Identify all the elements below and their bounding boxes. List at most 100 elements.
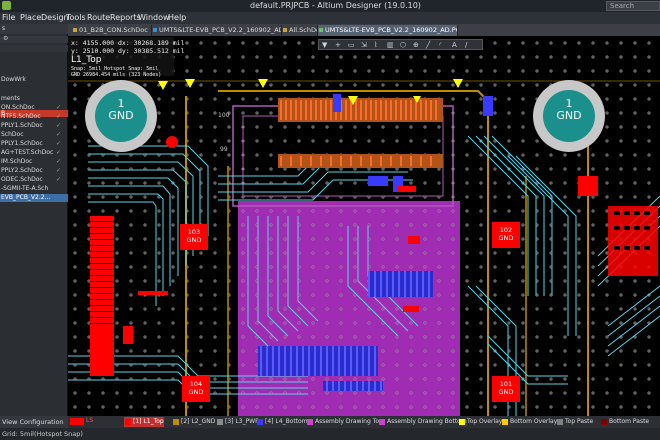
pcb-board-drawing[interactable]	[68, 36, 660, 416]
file-name: PPLY1.SchDoc	[1, 140, 43, 147]
layer-tab-l3-pwr[interactable]: [3] L3_PWR	[216, 417, 259, 427]
file-name: EVB_PCB_V2.2...	[1, 194, 51, 201]
search-input[interactable]: Search	[606, 1, 660, 11]
net-name: GND	[498, 234, 514, 242]
file-name: ON.SchDoc	[1, 104, 35, 111]
string-icon[interactable]: /	[465, 41, 467, 49]
file-name: NTFS.SchDoc	[1, 113, 41, 120]
panel-header-letter: s	[2, 25, 6, 32]
menu-route[interactable]: Route	[87, 13, 110, 22]
select-icon[interactable]: ⇲	[361, 41, 367, 49]
file-item[interactable]: ODEC.SchDoc ✓	[0, 176, 68, 184]
view-configuration-button[interactable]: View Configuration	[0, 416, 68, 428]
check-icon: ✓	[55, 122, 61, 129]
file-item[interactable]: NTFS.SchDoc ✓	[0, 113, 68, 121]
tab-pcbdoc[interactable]: UMTS&LTE-EVB_PCB_V2.2_160902_AD.PCBDOC	[318, 25, 458, 36]
check-icon: ✓	[55, 113, 61, 120]
menu-bar: File Place Design Tools Route Reports Wi…	[0, 12, 660, 24]
filter-icon[interactable]: ▼	[322, 41, 327, 49]
html-doc-icon	[153, 28, 157, 32]
menu-window[interactable]: Window	[138, 13, 170, 22]
section-label[interactable]: ments	[0, 95, 68, 103]
menu-reports[interactable]: Reports	[110, 13, 141, 22]
text-icon[interactable]: A	[452, 41, 457, 49]
menu-design[interactable]: Design	[41, 13, 69, 22]
layer-label: Bottom Paste	[609, 418, 650, 425]
line-icon[interactable]: ╱	[426, 41, 430, 49]
menu-help[interactable]: Help	[168, 13, 186, 22]
polygon-icon[interactable]: ⬡	[400, 41, 406, 49]
mount-hole-left-label: 1 GND	[101, 98, 141, 122]
pcb-canvas[interactable]: 1 GND 1 GND 103 GND 102 GND 104 GND 101 …	[68, 36, 660, 416]
layer-label: Bottom Overlay	[510, 418, 558, 425]
arc-icon[interactable]: ◜	[439, 41, 442, 49]
panel-search[interactable]	[0, 45, 68, 52]
pad-number: 104	[189, 380, 203, 388]
file-name: -SGMII-TE-A.Sch	[1, 185, 49, 192]
hud-net: GND 26984.454 mils (323 Nodes)	[71, 72, 162, 78]
file-item[interactable]: ON.SchDoc ✓	[0, 104, 68, 112]
file-name: IM.SchDoc	[1, 158, 33, 165]
tab-pcbdoc-htm[interactable]: UMTS&LTE-EVB_PCB_V2.2_160902_AD.PCBDOC.h…	[152, 25, 282, 36]
file-item[interactable]: AG+TEST.SchDoc ✓	[0, 149, 68, 157]
route-icon[interactable]: ⌇	[374, 41, 377, 49]
status-bar: Grid: 5mil (Hotspot Snap)	[0, 428, 660, 440]
file-name: ODEC.SchDoc	[1, 176, 43, 183]
pad-number: 102	[499, 226, 513, 234]
layer-tab-top-overlay[interactable]: Top Overlay	[458, 417, 502, 427]
layer-color-swatch	[502, 419, 508, 425]
title-bar: default.PRJPCB - Altium Designer (19.0.1…	[0, 0, 660, 12]
file-name: SchDoc	[1, 131, 24, 138]
pin-marker: 99	[220, 146, 228, 153]
snap-status: (Hotspot Snap)	[34, 430, 83, 438]
layer-tab-l1-top[interactable]: [1] L1_Top	[124, 417, 164, 427]
layer-color-swatch	[173, 419, 179, 425]
file-item[interactable]: PPLY1.SchDoc ✓	[0, 140, 68, 148]
layer-tab-l2-gnd[interactable]: [2] L2_GND	[172, 417, 215, 427]
pad-103[interactable]: 103 GND	[180, 224, 208, 250]
fill-icon[interactable]: ▥	[387, 41, 394, 49]
menu-place[interactable]: Place	[20, 13, 41, 22]
place-icon[interactable]: +	[335, 41, 341, 49]
gear-icon[interactable]: ⚙	[3, 35, 8, 42]
pad-102[interactable]: 102 GND	[492, 222, 520, 248]
layer-tab-top-paste[interactable]: Top Paste	[556, 417, 593, 427]
file-item[interactable]: IM.SchDoc ✓	[0, 158, 68, 166]
layer-label: Top Overlay	[467, 418, 503, 425]
pad-104[interactable]: 104 GND	[182, 376, 210, 402]
layer-color-swatch	[459, 419, 465, 425]
file-item-selected[interactable]: EVB_PCB_V2.2...	[0, 194, 68, 202]
layer-label: [3] L3_PWR	[225, 418, 260, 425]
menu-file[interactable]: File	[2, 13, 15, 22]
layer-label: [4] L4_Bottom	[265, 418, 308, 425]
check-icon: ✓	[55, 104, 61, 111]
align-icon[interactable]: ▭	[348, 41, 355, 49]
pad-number: 101	[499, 380, 513, 388]
file-item[interactable]: SchDoc ✓	[0, 131, 68, 139]
dimension-icon[interactable]: ⊕	[413, 41, 419, 49]
file-item[interactable]: PPLY1.SchDoc ✓	[0, 122, 68, 130]
tab-label: UMTS&LTE-EVB_PCB_V2.2_160902_AD.PCBDOC.h…	[159, 26, 282, 34]
layer-tab-l4-bottom[interactable]: [4] L4_Bottom	[256, 417, 308, 427]
file-item[interactable]: PPLY2.SchDoc ✓	[0, 167, 68, 175]
tab-b2b-con[interactable]: 01_B2B_CON.SchDoc	[72, 25, 152, 36]
file-name: PPLY2.SchDoc	[1, 167, 43, 174]
layer-tab-bottom-paste[interactable]: Bottom Paste	[600, 417, 649, 427]
file-name: AG+TEST.SchDoc	[1, 149, 54, 156]
menu-tools[interactable]: Tools	[66, 13, 86, 22]
tab-all-schdoc[interactable]: All.SchDoc	[282, 25, 318, 36]
net-name: GND	[188, 388, 204, 396]
check-icon: ✓	[55, 167, 61, 174]
workspace-label[interactable]: DowWrk	[0, 76, 68, 84]
layer-label: [2] L2_GND	[181, 418, 216, 425]
mount-hole-right-label: 1 GND	[549, 98, 589, 122]
layer-color-swatch	[379, 419, 385, 425]
grid-status: Grid: 5mil	[2, 430, 34, 438]
pcb-doc-icon	[319, 28, 323, 32]
layer-tab-bottom-overlay[interactable]: Bottom Overlay	[501, 417, 557, 427]
file-item[interactable]: -SGMII-TE-A.Sch	[0, 185, 68, 193]
pad-101[interactable]: 101 GND	[492, 376, 520, 402]
current-layer-swatch[interactable]	[70, 418, 84, 425]
layer-tab-assembly-top[interactable]: Assembly Drawing Top	[306, 417, 383, 427]
layer-tab-assembly-bottom[interactable]: Assembly Drawing Bottom	[378, 417, 467, 427]
